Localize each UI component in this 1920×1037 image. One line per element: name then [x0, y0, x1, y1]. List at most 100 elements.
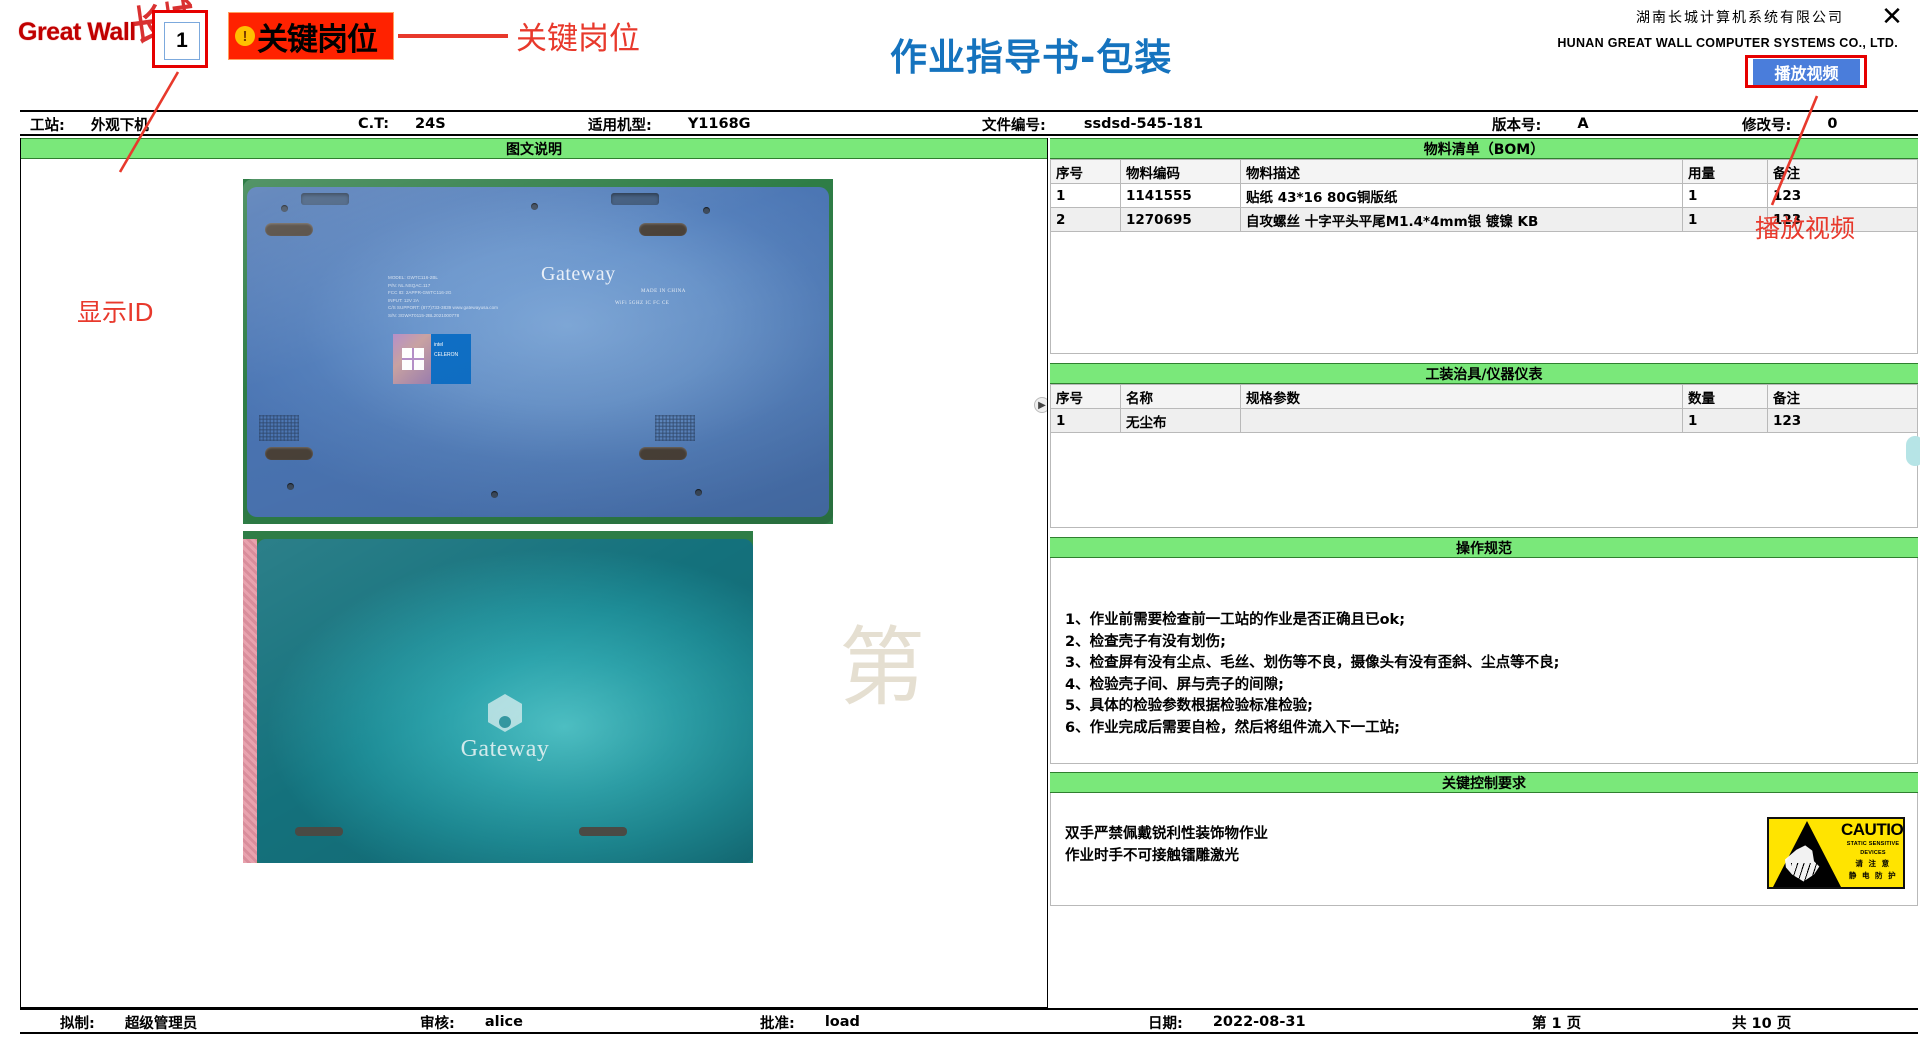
- tooling-header-row: 序号 名称 规格参数 数量 备注: [1050, 384, 1918, 409]
- key-post-annotation-label: 关键岗位: [516, 21, 640, 57]
- bom-r0-c1: 1141555: [1120, 183, 1241, 208]
- list-item: 5、具体的检验参数根据检验标准检验;: [1065, 698, 1313, 714]
- key-control-body: 双手严禁佩戴锐利性装饰物作业 作业时手不可接触镭雕激光 CAUTION STAT…: [1050, 793, 1918, 906]
- ct-label: C.T:: [358, 116, 390, 132]
- prepared-label: 拟制:: [60, 1015, 95, 1032]
- work-instruction-page: Great Wall 长城 1 ! 关键岗位 关键岗位 作业指导书-包装 湖南长…: [0, 0, 1920, 1037]
- date-value: 2022-08-31: [1212, 1014, 1306, 1030]
- key-post-annotation-line: [398, 34, 508, 38]
- key-post-badge-label: 关键岗位: [257, 21, 378, 58]
- lid-foot-right: [579, 827, 627, 836]
- tooling-r0-c4: 123: [1767, 408, 1918, 433]
- play-video-button[interactable]: 播放视频: [1753, 59, 1860, 85]
- caution-sub2: DEVICES: [1860, 850, 1886, 856]
- photo1-sheen: [243, 179, 833, 524]
- bom-col-3: 用量: [1682, 159, 1768, 184]
- bom-r0-c3: 1: [1682, 183, 1768, 208]
- caution-cn1: 请 注 意: [1855, 859, 1891, 868]
- laptop-bottom-photo[interactable]: Gateway MADE IN CHINA WiFi 5GHZ IC FC CE…: [243, 179, 833, 524]
- bom-col-2: 物料描述: [1240, 159, 1683, 184]
- lid-foot-left: [295, 827, 343, 836]
- tooling-r0-c2: [1240, 408, 1683, 433]
- data-panel: 物料清单（BOM） 序号 物料编码 物料描述 用量 备注 1 1141555 贴…: [1050, 138, 1920, 1008]
- pink-edge-strip: [243, 539, 257, 863]
- photo2-sheen: [257, 539, 753, 863]
- play-video-highlight-box: 播放视频: [1745, 55, 1867, 88]
- list-item: 2、检查壳子有没有划伤;: [1065, 633, 1226, 650]
- model-label: 适用机型:: [588, 117, 652, 134]
- page-current: 第 1 页: [1532, 1015, 1582, 1032]
- reviewed-label: 审核:: [420, 1015, 455, 1032]
- caution-cn2: 静 电 防 护: [1848, 871, 1898, 880]
- caution-headline: CAUTION: [1841, 820, 1904, 839]
- station-label: 工站:: [30, 117, 65, 134]
- bom-col-4: 备注: [1767, 159, 1918, 184]
- tooling-title: 工装治具/仪器仪表: [1050, 363, 1918, 384]
- revision-value: 0: [1827, 116, 1838, 132]
- model-value: Y1168G: [687, 116, 751, 132]
- operations-list: 1、作业前需要检查前一工站的作业是否正确且已ok; 2、检查壳子有没有划伤; 3…: [1051, 610, 1917, 739]
- illustration-canvas: 显示ID G: [21, 159, 1047, 1007]
- chevron-right-icon[interactable]: ▶: [1034, 397, 1047, 413]
- document-footer-bar: 拟制: 超级管理员 审核: alice 批准: load 日期: 2022-08…: [20, 1008, 1918, 1034]
- tooling-empty-area: [1050, 433, 1918, 528]
- bom-r1-c1: 1270695: [1120, 207, 1241, 232]
- show-id-annotation-label: 显示ID: [77, 298, 154, 327]
- page-title: 作业指导书-包装: [890, 36, 1173, 79]
- version-value: A: [1577, 116, 1589, 132]
- revision-label: 修改号:: [1742, 117, 1792, 134]
- display-id-highlight-box: 1: [152, 10, 208, 68]
- station-value: 外观下机: [90, 117, 149, 134]
- illustration-panel-title: 图文说明: [21, 138, 1047, 159]
- bom-r1-c0: 2: [1050, 207, 1121, 232]
- caution-sub1: STATIC SENSITIVE: [1846, 841, 1900, 847]
- bom-r1-c2: 自攻螺丝 十字平头平尾M1.4*4mm银 镀镍 KB: [1240, 207, 1683, 232]
- bom-col-1: 物料编码: [1120, 159, 1241, 184]
- table-row[interactable]: 1 无尘布 1 123: [1050, 408, 1918, 433]
- key-post-badge: ! 关键岗位: [228, 12, 394, 60]
- page-total: 共 10 页: [1732, 1015, 1792, 1032]
- doc-no-value: ssdsd-545-181: [1083, 116, 1204, 132]
- prepared-value: 超级管理员: [124, 1015, 198, 1032]
- illustration-panel: 图文说明 显示ID 第 ▶: [20, 138, 1048, 1008]
- laptop-lid-photo[interactable]: Gateway: [243, 531, 753, 863]
- approved-value: load: [824, 1014, 860, 1030]
- tooling-table: 序号 名称 规格参数 数量 备注 1 无尘布 1 123: [1050, 384, 1918, 433]
- bom-header-row: 序号 物料编码 物料描述 用量 备注: [1050, 159, 1918, 184]
- side-scroll-nub[interactable]: [1906, 436, 1920, 466]
- operations-body: 1、作业前需要检查前一工站的作业是否正确且已ok; 2、检查壳子有没有划伤; 3…: [1050, 558, 1918, 764]
- page-header: Great Wall 长城 1 ! 关键岗位 关键岗位 作业指导书-包装 湖南长…: [0, 0, 1920, 110]
- bom-col-0: 序号: [1050, 159, 1121, 184]
- list-item: 1、作业前需要检查前一工站的作业是否正确且已ok;: [1065, 612, 1405, 628]
- doc-no-label: 文件编号:: [982, 117, 1046, 134]
- logo-wordmark: Great Wall: [18, 18, 136, 46]
- tooling-col-0: 序号: [1050, 384, 1121, 409]
- ct-value: 24S: [415, 116, 446, 132]
- laptop-lid-shell: Gateway: [257, 539, 753, 863]
- reviewed-value: alice: [484, 1014, 523, 1030]
- bom-title: 物料清单（BOM）: [1050, 138, 1918, 159]
- close-icon[interactable]: ✕: [1878, 3, 1906, 31]
- version-label: 版本号:: [1492, 117, 1542, 134]
- play-video-annotation-label: 播放视频: [1755, 214, 1856, 243]
- caution-text-block: CAUTION STATIC SENSITIVE DEVICES 请 注 意 静…: [1841, 820, 1904, 881]
- watermark-character: 第: [839, 618, 925, 718]
- bom-r0-c2: 贴纸 43*16 80G铜版纸: [1240, 183, 1683, 208]
- list-item: 4、检验壳子间、屏与壳子的间隙;: [1065, 676, 1284, 693]
- esd-caution-sign: CAUTION STATIC SENSITIVE DEVICES 请 注 意 静…: [1767, 817, 1905, 889]
- tooling-col-1: 名称: [1120, 384, 1241, 409]
- document-body: 图文说明 显示ID 第 ▶ 物料清单（BOM） 序号 物料编码 物料描述 用量 …: [20, 138, 1920, 1008]
- company-name-en: HUNAN GREAT WALL COMPUTER SYSTEMS CO., L…: [1557, 36, 1898, 50]
- list-item: 6、作业完成后需要自检，然后将组件流入下一工站;: [1065, 719, 1400, 736]
- table-row[interactable]: 1 1141555 贴纸 43*16 80G铜版纸 1 123: [1050, 183, 1918, 208]
- exclamation-icon: !: [235, 26, 255, 46]
- date-label: 日期:: [1148, 1015, 1183, 1032]
- document-info-bar: 工站: 外观下机 C.T: 24S 适用机型: Y1168G 文件编号: ssd…: [20, 110, 1918, 136]
- approved-label: 批准:: [760, 1015, 795, 1032]
- tooling-col-3: 数量: [1682, 384, 1768, 409]
- key-control-title: 关键控制要求: [1050, 772, 1918, 793]
- operations-title: 操作规范: [1050, 537, 1918, 558]
- display-id-value[interactable]: 1: [164, 22, 200, 60]
- tooling-r0-c0: 1: [1050, 408, 1121, 433]
- bom-r0-c4: 123: [1767, 183, 1918, 208]
